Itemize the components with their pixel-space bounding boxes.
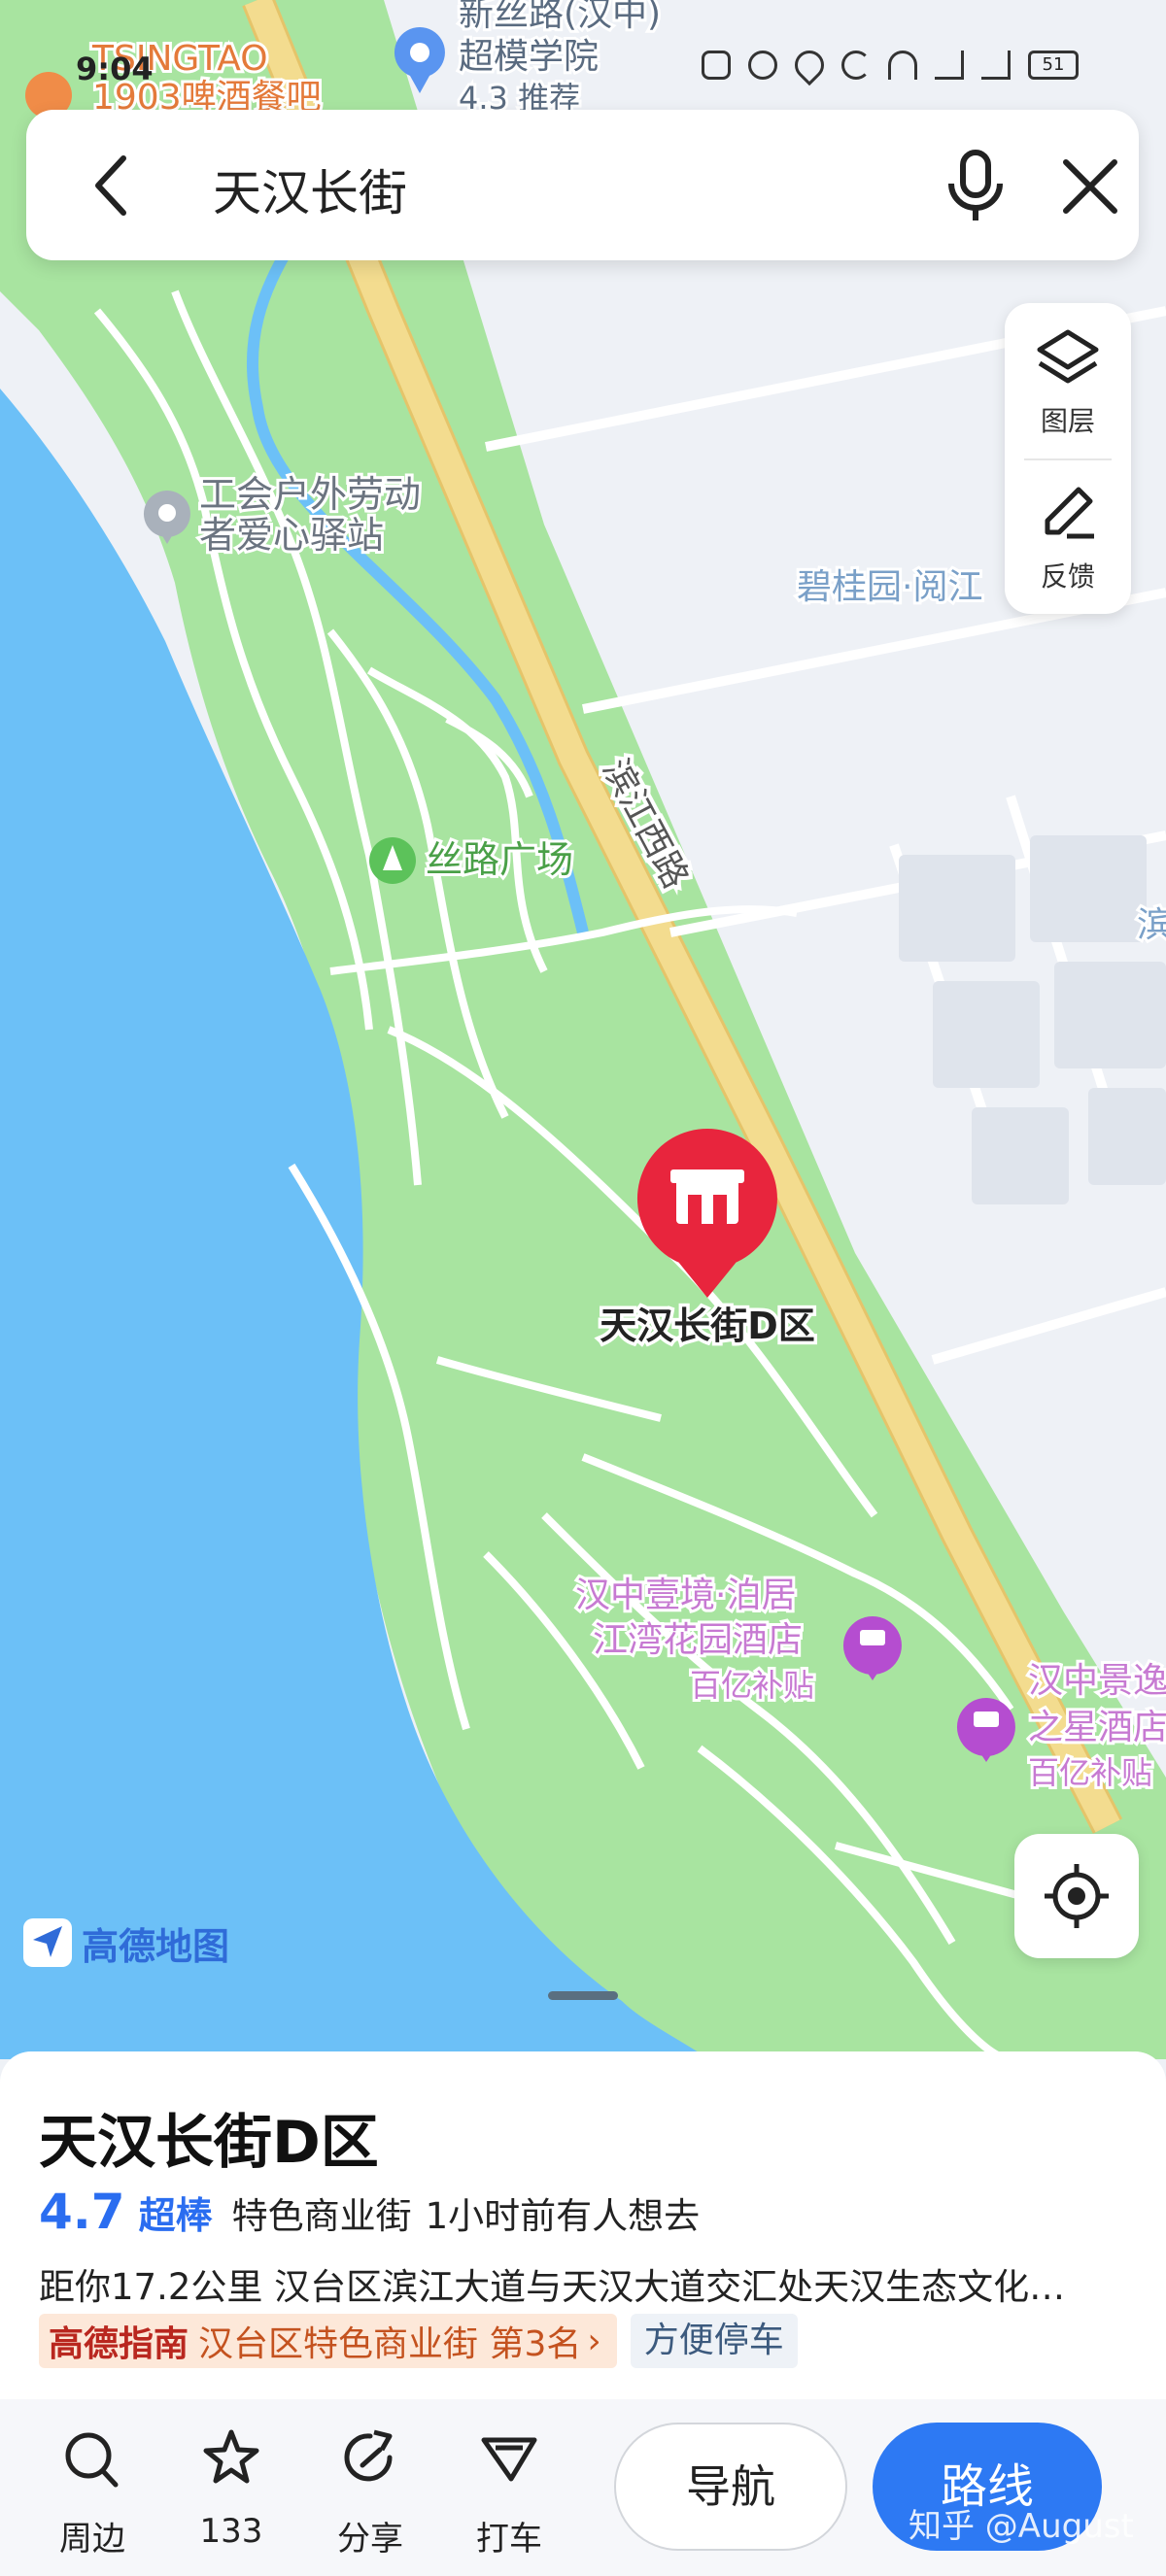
- poi-label: 汉中景逸: [1028, 1661, 1166, 1701]
- navigate-button[interactable]: 导航: [614, 2423, 847, 2551]
- amap-logo: 高德地图: [23, 1918, 229, 1968]
- poi-label: 百亿补贴: [1028, 1754, 1152, 1791]
- star-icon: [203, 2429, 259, 2484]
- nfc-icon: [702, 51, 731, 80]
- sheet-drag-handle[interactable]: [548, 1991, 618, 2000]
- poi-label: 滨: [1137, 905, 1166, 945]
- poi-label: 江湾花园酒店: [593, 1620, 803, 1660]
- address: 汉台区滨江大道与天汉大道交汇处天汉生态文化…: [274, 2266, 1066, 2308]
- rating-row: 4.7 超棒 特色商业街 1小时前有人想去: [39, 2184, 700, 2242]
- recent-interest: 1小时前有人想去: [425, 2195, 701, 2237]
- amap-arrow-icon: [23, 1918, 72, 1967]
- address-row: 距你17.2公里 汉台区滨江大道与天汉大道交汇处天汉生态文化…: [39, 2257, 1137, 2310]
- layers-button[interactable]: 图层: [1005, 303, 1131, 458]
- place-category: 特色商业街: [231, 2195, 412, 2237]
- nearby-label: 周边: [59, 2520, 125, 2559]
- feature-tag: 方便停车: [630, 2314, 798, 2368]
- poi-label: 工会户外劳动: [199, 473, 421, 516]
- brand-name: 高德地图: [82, 1924, 230, 1968]
- selected-place-label: 天汉长街D区: [600, 1305, 815, 1347]
- wifi-icon: [888, 51, 917, 80]
- feedback-label: 反馈: [1040, 560, 1095, 593]
- signal-icon: [935, 51, 964, 80]
- taxi-icon: [481, 2437, 537, 2482]
- share-label: 分享: [337, 2520, 403, 2559]
- rating-word: 超棒: [138, 2194, 213, 2237]
- layers-icon: [1037, 329, 1099, 384]
- poi-label: 百亿补贴: [690, 1667, 814, 1704]
- locate-crosshair-icon: [1045, 1864, 1109, 1928]
- edit-pencil-icon: [1045, 487, 1094, 539]
- guide-rank: 汉台区特色商业街 第3名: [198, 2324, 582, 2364]
- poi-label: 新丝路(汉中): [459, 0, 661, 34]
- guide-logo: 高德指南: [49, 2324, 189, 2364]
- poi-label: 丝路广场: [426, 838, 573, 881]
- share-icon: [344, 2429, 393, 2482]
- rating-score: 4.7: [39, 2184, 125, 2240]
- map-canvas[interactable]: 滨江西路 TSINGTAO 1903啤酒餐吧 新丝路(汉中) 超模学院 4.3 …: [0, 0, 1166, 2059]
- taxi-label: 打车: [476, 2520, 542, 2559]
- signal-icon: [981, 51, 1011, 80]
- poi-label: 碧桂园·阅江: [797, 567, 982, 607]
- close-icon[interactable]: [1056, 153, 1124, 220]
- status-time: 9:04: [76, 51, 154, 87]
- poi-label: 之星酒店: [1028, 1708, 1166, 1747]
- alarm-icon: [748, 51, 777, 80]
- nearby-button[interactable]: 周边: [39, 2428, 146, 2559]
- favorites-count: 133: [199, 2512, 263, 2551]
- chevron-right-icon: ›: [587, 2321, 601, 2361]
- status-bar: 9:04 51: [0, 44, 1166, 101]
- location-icon: [788, 44, 831, 86]
- back-arrow-icon[interactable]: [85, 153, 143, 219]
- microphone-icon[interactable]: [942, 149, 1010, 222]
- watermark: 知乎 @August: [909, 2507, 1134, 2546]
- search-bar[interactable]: 天汉长街: [26, 110, 1139, 260]
- search-input[interactable]: 天汉长街: [213, 154, 407, 224]
- moon-icon: [841, 51, 871, 80]
- battery-icon: 51: [1028, 51, 1079, 80]
- tag-row: 高德指南 汉台区特色商业街 第3名 › 方便停车: [39, 2312, 798, 2370]
- poi-label: 汉中壹境·泊居: [575, 1576, 796, 1615]
- poi-cut-right: 滨: [1134, 902, 1166, 948]
- guide-ranking-badge[interactable]: 高德指南 汉台区特色商业街 第3名 ›: [39, 2314, 617, 2368]
- status-icons: 51: [702, 44, 1079, 86]
- locate-me-button[interactable]: [1014, 1834, 1139, 1958]
- distance: 距你17.2公里: [39, 2266, 263, 2308]
- map-controls-panel: 图层 反馈: [1005, 303, 1131, 614]
- feedback-button[interactable]: 反馈: [1005, 458, 1131, 614]
- taxi-button[interactable]: 打车: [456, 2428, 563, 2559]
- search-icon: [65, 2432, 119, 2488]
- share-button[interactable]: 分享: [317, 2428, 424, 2559]
- layers-label: 图层: [1040, 405, 1095, 437]
- poi-label: 者爱心驿站: [199, 514, 384, 557]
- poi-silu-square[interactable]: 丝路广场: [369, 835, 576, 884]
- poi-biguiyuan[interactable]: 碧桂园·阅江: [794, 564, 985, 610]
- favorite-button[interactable]: 133: [178, 2428, 285, 2551]
- place-title: 天汉长街D区: [39, 2109, 379, 2177]
